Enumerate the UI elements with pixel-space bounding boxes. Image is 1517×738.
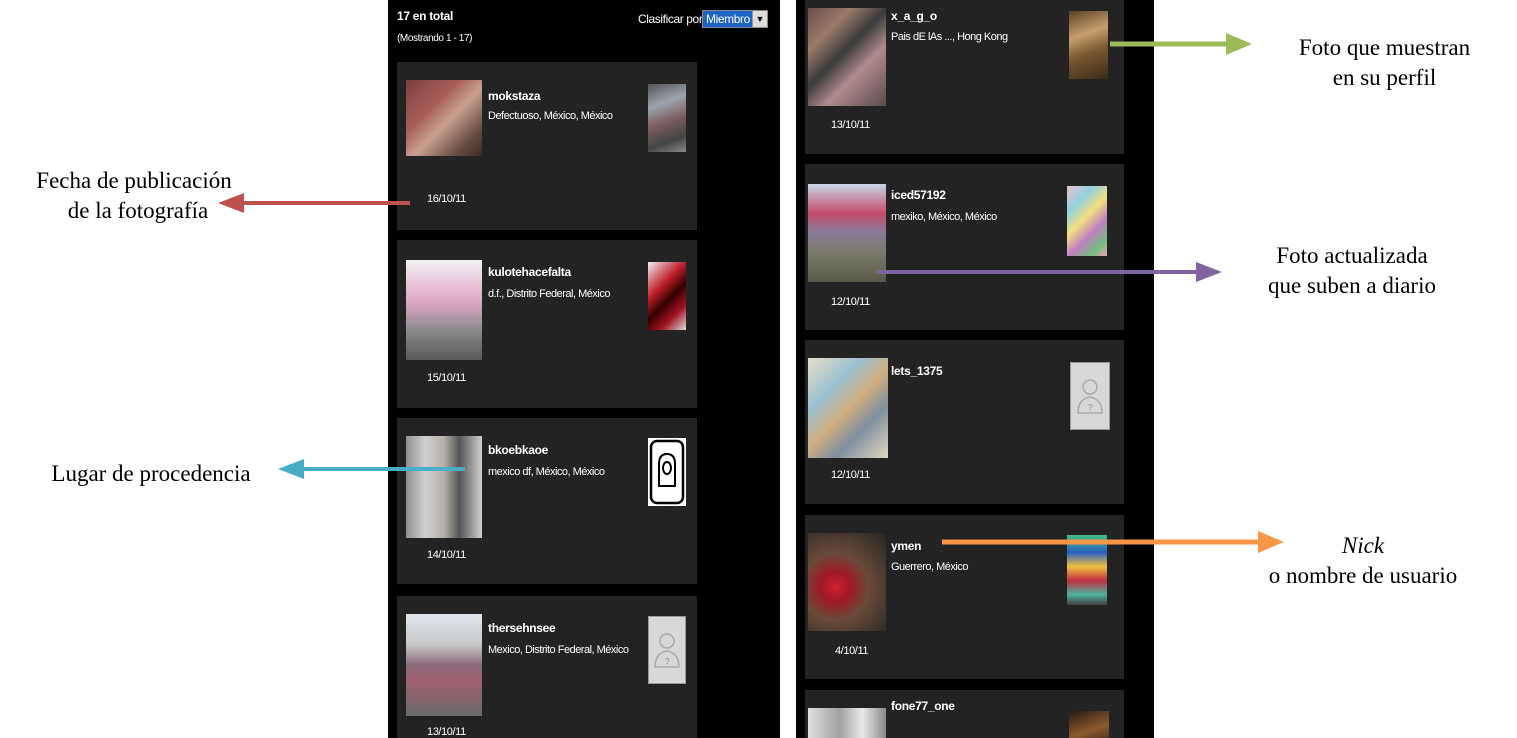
perfil-annotation-line2: en su perfil [1332,65,1437,90]
nick-annotation-line1: Nick [1341,533,1385,558]
actualizada-arrow-head [1196,262,1222,282]
perfil-annotation-line1: Foto que muestran [1298,35,1471,60]
perfil-annotation: Foto que muestran en su perfil [1262,33,1507,93]
annotation-arrows [218,33,1284,553]
nick-annotation-line2: o nombre de usuario [1268,563,1458,588]
nick-annotation: Nick o nombre de usuario [1228,531,1498,591]
actualizada-annotation: Foto actualizada que suben a diario [1232,241,1472,301]
lugar-annotation: Lugar de procedencia [20,459,282,489]
fecha-annotation: Fecha de publicación de la fotografía [0,166,268,226]
actualizada-annotation-line2: que suben a diario [1268,273,1436,298]
perfil-arrow-head [1226,33,1252,55]
fecha-annotation-line1: Fecha de publicación [36,168,232,193]
actualizada-annotation-line1: Foto actualizada [1276,243,1428,268]
lugar-annotation-text: Lugar de procedencia [51,461,251,486]
fecha-annotation-line2: de la fotografía [67,198,209,223]
